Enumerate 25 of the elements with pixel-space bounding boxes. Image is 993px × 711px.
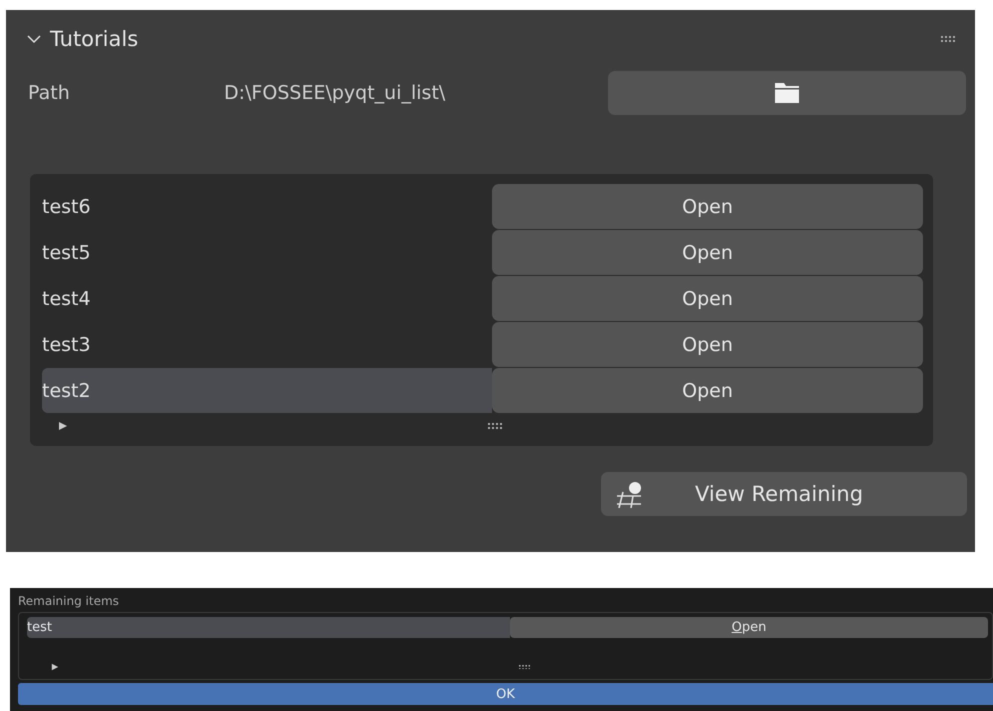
open-button[interactable]: Open (492, 184, 923, 229)
open-button[interactable]: Open (492, 230, 923, 275)
expand-arrow-icon[interactable] (58, 421, 68, 431)
dialog-title: Remaining items (17, 593, 120, 610)
drag-handle-icon[interactable] (941, 36, 955, 42)
open-button[interactable]: Open (510, 617, 988, 638)
list-item[interactable]: test5 (42, 230, 492, 275)
open-button[interactable]: Open (492, 276, 923, 321)
list-item[interactable]: test4 (42, 276, 492, 321)
resize-handle-icon[interactable] (488, 423, 502, 429)
open-button[interactable]: Open (492, 368, 923, 413)
folder-icon (775, 83, 799, 103)
list-item[interactable]: test6 (42, 184, 492, 229)
path-label: Path (28, 82, 71, 104)
list-item[interactable]: test (27, 617, 510, 638)
expand-arrow-icon[interactable] (51, 663, 59, 671)
ok-button[interactable]: OK (18, 683, 993, 705)
view-remaining-button[interactable]: View Remaining (601, 472, 967, 516)
list-item[interactable]: test3 (42, 322, 492, 367)
folder-button[interactable] (608, 71, 966, 115)
path-value: D:\FOSSEE\pyqt_ui_list\ (224, 82, 446, 104)
panel-title: Tutorials (50, 27, 140, 51)
open-button[interactable]: Open (492, 322, 923, 367)
resize-handle-icon[interactable] (519, 664, 530, 670)
list-item[interactable]: test2 (42, 368, 492, 413)
